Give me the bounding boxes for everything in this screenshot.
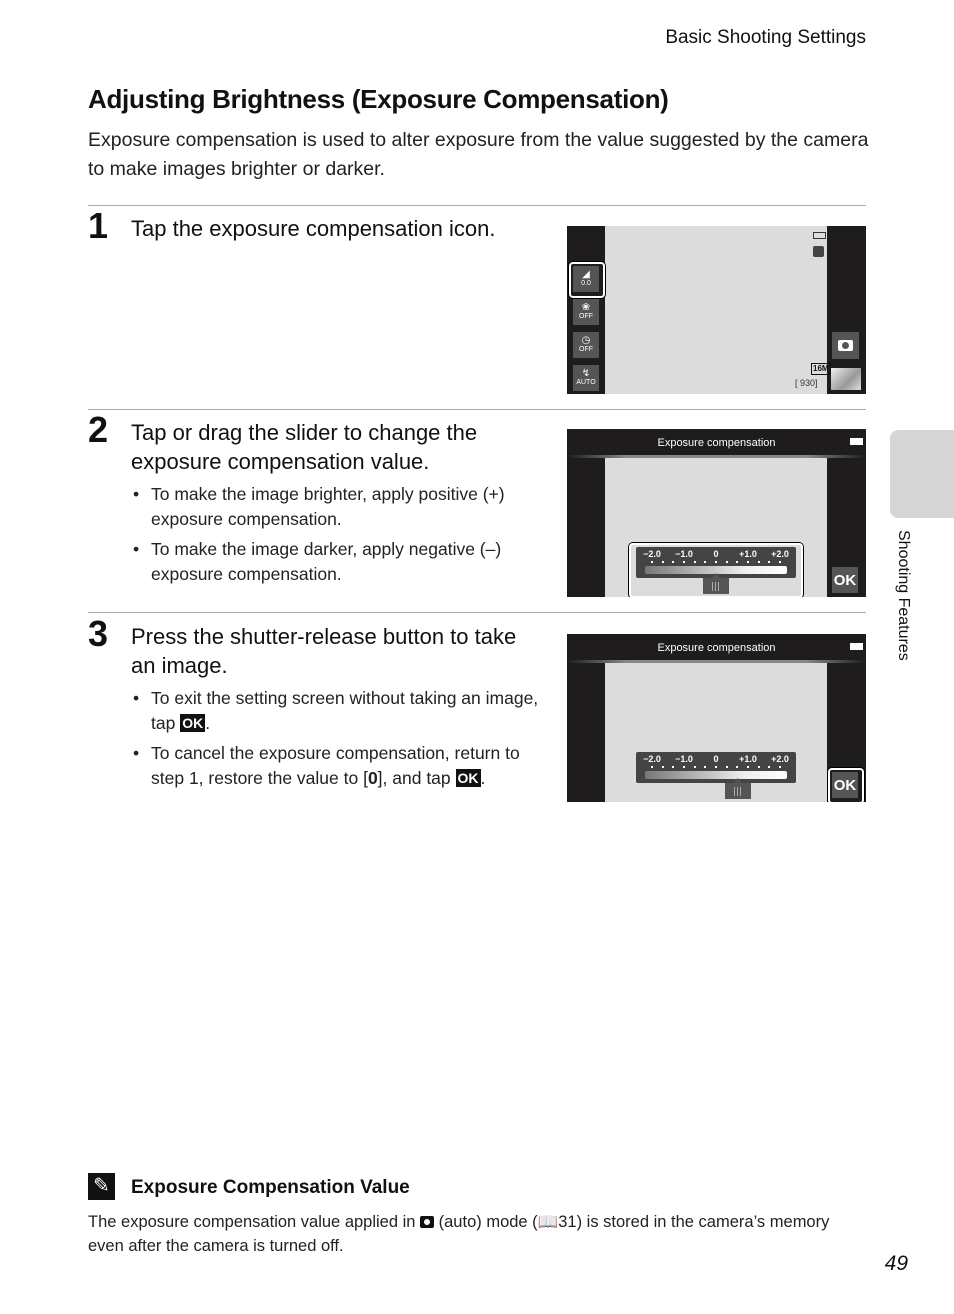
scale-tick	[725, 766, 728, 768]
battery-icon	[850, 438, 863, 445]
camera-mode-icon	[420, 1216, 435, 1228]
step-bullets: To make the image brighter, apply positi…	[131, 482, 541, 592]
scale-tick	[747, 766, 749, 768]
slider-track[interactable]	[645, 771, 787, 779]
scale-label: 0	[713, 549, 719, 559]
self-timer-icon: ◷	[581, 335, 591, 346]
scale-tick	[715, 561, 717, 563]
screen-header: Exposure compensation	[567, 634, 866, 660]
divider	[88, 612, 866, 613]
bullet-item: To make the image darker, apply negative…	[131, 537, 541, 587]
page-reference-link[interactable]: 31	[558, 1213, 576, 1231]
step-title: Tap or drag the slider to change the exp…	[131, 420, 478, 474]
scale-tick	[757, 766, 760, 768]
vibration-reduction-icon	[813, 246, 824, 257]
scale-label: −2.0	[643, 549, 661, 559]
scale-tick	[736, 766, 739, 768]
scale-tick	[725, 561, 728, 563]
screen-header: Exposure compensation	[567, 429, 866, 455]
slider-handle[interactable]	[703, 573, 729, 594]
ok-button[interactable]: OK	[832, 772, 858, 798]
step-title: Tap the exposure compensation icon.	[131, 216, 496, 241]
note-body: The exposure compensation value applied …	[88, 1213, 830, 1255]
exposure-compensation-button[interactable]: ◢ 0.0	[573, 266, 599, 292]
scale-tick	[704, 561, 707, 563]
remaining-exposures: [ 930]	[795, 378, 818, 388]
scale-tick	[651, 766, 653, 768]
camera-screen-shooting: ◢ 0.0 ❀ OFF ◷ OFF ↯ AUTO 16M [ 930]	[567, 226, 866, 394]
divider	[88, 205, 866, 206]
intro-paragraph: Exposure compensation is used to alter e…	[88, 129, 869, 180]
grip-icon	[712, 582, 720, 591]
scale-tick	[672, 561, 675, 563]
ok-button[interactable]: OK	[832, 567, 858, 593]
camera-icon	[838, 340, 853, 351]
scale-label: +1.0	[739, 549, 757, 559]
scale-tick	[661, 766, 664, 768]
exposure-compensation-icon: ◢	[582, 269, 590, 280]
scale-tick	[683, 561, 685, 563]
macro-button[interactable]: ❀ OFF	[573, 299, 599, 325]
page-number: 49	[884, 1252, 908, 1275]
playback-thumbnail[interactable]	[831, 368, 861, 390]
note-title: Exposure Compensation Value	[131, 1177, 410, 1198]
page-title: Adjusting Brightness (Exposure Compensat…	[88, 84, 669, 114]
step-number: 1	[88, 205, 109, 246]
scale-tick	[768, 561, 771, 563]
slider-handle[interactable]	[725, 778, 752, 799]
bullet-item: To cancel the exposure compensation, ret…	[131, 741, 541, 791]
scale-tick	[683, 766, 685, 768]
flash-icon: ↯	[581, 368, 591, 379]
scale-label: 0	[713, 754, 719, 764]
step-number: 3	[88, 613, 109, 654]
scale-tick	[651, 561, 653, 563]
scale-label: +2.0	[771, 549, 789, 559]
scale-tick	[768, 766, 771, 768]
scale-tick	[747, 561, 749, 563]
scale-label: +1.0	[739, 754, 757, 764]
scale-label: −1.0	[675, 754, 693, 764]
scale-label: +2.0	[771, 754, 789, 764]
scale-tick	[779, 561, 781, 563]
live-view	[605, 226, 827, 394]
shoot-button[interactable]	[832, 332, 859, 359]
scale-tick	[693, 561, 696, 563]
bullet-item: To exit the setting screen without takin…	[131, 686, 541, 736]
exposure-slider[interactable]: −2.0 −1.0 0 +1.0 +2.0	[636, 752, 796, 783]
camera-screen-slider-adjusted: Exposure compensation −2.0 −1.0 0 +1.0 +2.0 …	[567, 634, 866, 802]
chapter-label: Shooting Features	[895, 530, 912, 661]
scale-tick	[704, 766, 707, 768]
battery-icon	[850, 643, 863, 650]
battery-icon	[813, 232, 826, 239]
pencil-note-icon: ✎	[88, 1173, 115, 1200]
ok-icon: OK	[180, 714, 206, 732]
step-bullets: To exit the setting screen without takin…	[131, 686, 541, 796]
scale-tick	[661, 561, 664, 563]
bullet-item: To make the image brighter, apply positi…	[131, 482, 541, 532]
scale-tick	[757, 561, 760, 563]
scale-tick	[693, 766, 696, 768]
flash-button[interactable]: ↯ AUTO	[573, 365, 599, 391]
scale-tick	[715, 766, 717, 768]
step-number: 2	[88, 409, 109, 450]
grip-icon	[734, 787, 743, 796]
scale-label: −1.0	[675, 549, 693, 559]
chapter-tab[interactable]	[890, 430, 954, 518]
scale-label: −2.0	[643, 754, 661, 764]
running-head: Basic Shooting Settings	[665, 27, 866, 48]
book-reference-icon: 📖	[537, 1213, 559, 1231]
scale-tick	[736, 561, 739, 563]
scale-tick	[672, 766, 675, 768]
camera-screen-slider: Exposure compensation −2.0 −1.0 0 +1.0 +2.0 …	[567, 429, 866, 597]
scale-tick	[779, 766, 781, 768]
ok-icon: OK	[455, 769, 481, 787]
macro-icon: ❀	[581, 302, 591, 313]
self-timer-button[interactable]: ◷ OFF	[573, 332, 599, 358]
image-mode-indicator: 16M	[811, 363, 831, 375]
step-title: Press the shutter-release button to take…	[131, 624, 517, 678]
divider	[88, 409, 866, 410]
